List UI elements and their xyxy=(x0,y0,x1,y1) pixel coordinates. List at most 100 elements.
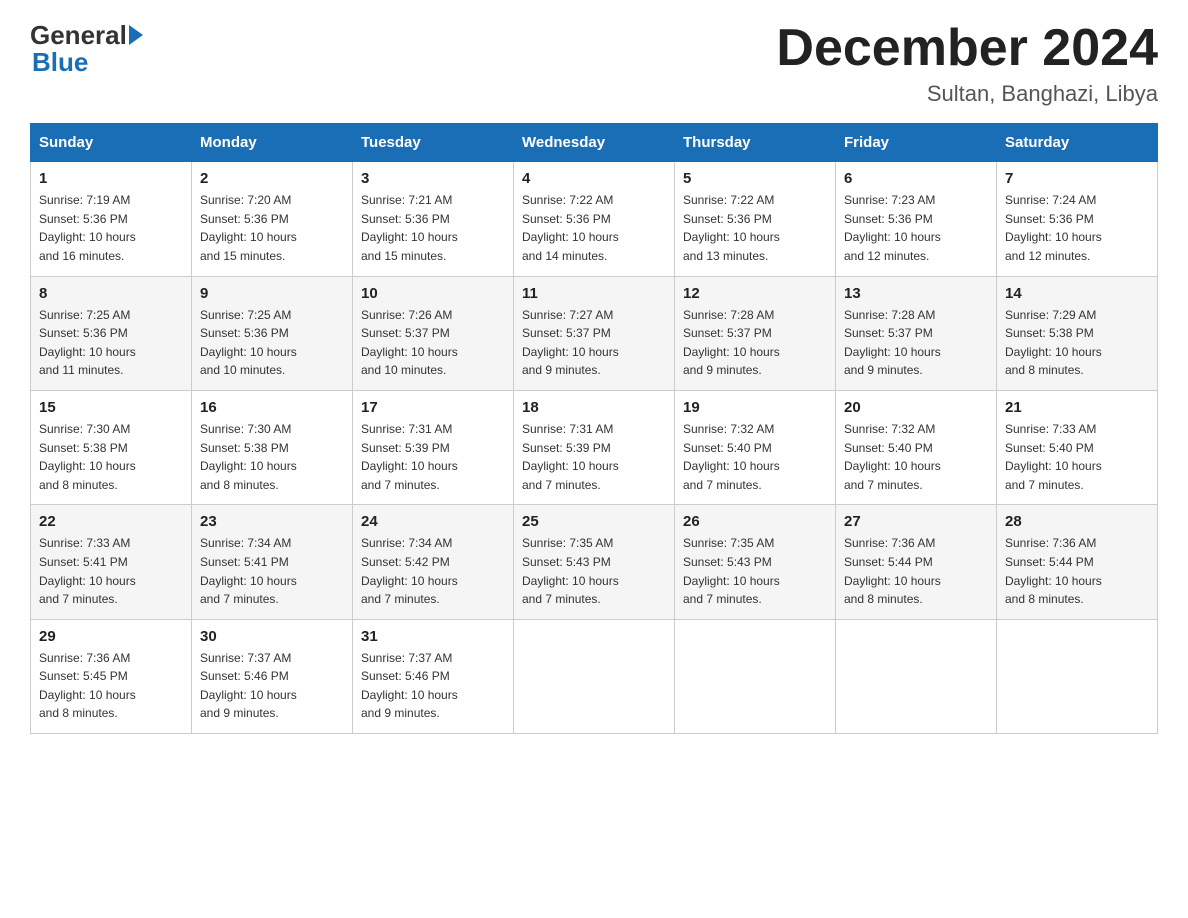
day-number: 24 xyxy=(361,513,505,530)
month-title: December 2024 xyxy=(776,20,1158,77)
day-number: 14 xyxy=(1005,285,1149,302)
day-info: Sunrise: 7:33 AMSunset: 5:40 PMDaylight:… xyxy=(1005,420,1149,494)
day-cell xyxy=(997,619,1158,733)
day-cell: 17Sunrise: 7:31 AMSunset: 5:39 PMDayligh… xyxy=(353,390,514,504)
day-info: Sunrise: 7:28 AMSunset: 5:37 PMDaylight:… xyxy=(683,306,827,380)
week-row-3: 15 Sunrise: 7:30 AMSunset: 5:38 PMDayligh… xyxy=(31,390,1158,504)
day-number: 3 xyxy=(361,170,505,187)
day-cell: 30 Sunrise: 7:37 AMSunset: 5:46 PMDayligh… xyxy=(192,619,353,733)
day-cell: 5Sunrise: 7:22 AMSunset: 5:36 PMDaylight… xyxy=(675,162,836,276)
day-number: 22 xyxy=(39,513,183,530)
day-cell: 4Sunrise: 7:22 AMSunset: 5:36 PMDaylight… xyxy=(514,162,675,276)
day-cell: 6 Sunrise: 7:23 AMSunset: 5:36 PMDaylight… xyxy=(836,162,997,276)
logo-blue-text: Blue xyxy=(32,47,88,78)
day-cell: 24 Sunrise: 7:34 AMSunset: 5:42 PMDayligh… xyxy=(353,505,514,619)
day-number: 29 xyxy=(39,628,183,645)
day-number: 7 xyxy=(1005,170,1149,187)
week-row-5: 29 Sunrise: 7:36 AMSunset: 5:45 PMDayligh… xyxy=(31,619,1158,733)
day-cell: 29 Sunrise: 7:36 AMSunset: 5:45 PMDayligh… xyxy=(31,619,192,733)
day-number: 27 xyxy=(844,513,988,530)
day-cell: 23Sunrise: 7:34 AMSunset: 5:41 PMDayligh… xyxy=(192,505,353,619)
day-cell: 1 Sunrise: 7:19 AMSunset: 5:36 PMDaylight… xyxy=(31,162,192,276)
day-number: 1 xyxy=(39,170,183,187)
week-row-1: 1 Sunrise: 7:19 AMSunset: 5:36 PMDaylight… xyxy=(31,162,1158,276)
day-info: Sunrise: 7:24 AMSunset: 5:36 PMDaylight:… xyxy=(1005,191,1149,265)
calendar-table: SundayMondayTuesdayWednesdayThursdayFrid… xyxy=(30,123,1158,734)
logo-triangle-icon xyxy=(129,25,143,45)
header-friday: Friday xyxy=(836,124,997,162)
day-number: 30 xyxy=(200,628,344,645)
day-cell: 3 Sunrise: 7:21 AMSunset: 5:36 PMDaylight… xyxy=(353,162,514,276)
header-monday: Monday xyxy=(192,124,353,162)
day-info: Sunrise: 7:21 AMSunset: 5:36 PMDaylight:… xyxy=(361,191,505,265)
day-number: 10 xyxy=(361,285,505,302)
day-cell: 31Sunrise: 7:37 AMSunset: 5:46 PMDayligh… xyxy=(353,619,514,733)
day-info: Sunrise: 7:30 AMSunset: 5:38 PMDaylight:… xyxy=(200,420,344,494)
day-info: Sunrise: 7:32 AMSunset: 5:40 PMDaylight:… xyxy=(844,420,988,494)
day-cell: 2 Sunrise: 7:20 AMSunset: 5:36 PMDaylight… xyxy=(192,162,353,276)
day-cell: 26 Sunrise: 7:35 AMSunset: 5:43 PMDayligh… xyxy=(675,505,836,619)
day-number: 9 xyxy=(200,285,344,302)
day-number: 19 xyxy=(683,399,827,416)
day-cell: 9Sunrise: 7:25 AMSunset: 5:36 PMDaylight… xyxy=(192,276,353,390)
day-number: 28 xyxy=(1005,513,1149,530)
day-cell: 22 Sunrise: 7:33 AMSunset: 5:41 PMDayligh… xyxy=(31,505,192,619)
day-info: Sunrise: 7:34 AMSunset: 5:41 PMDaylight:… xyxy=(200,534,344,608)
day-cell xyxy=(514,619,675,733)
day-number: 5 xyxy=(683,170,827,187)
day-number: 26 xyxy=(683,513,827,530)
day-cell xyxy=(675,619,836,733)
day-info: Sunrise: 7:34 AMSunset: 5:42 PMDaylight:… xyxy=(361,534,505,608)
day-number: 18 xyxy=(522,399,666,416)
header-sunday: Sunday xyxy=(31,124,192,162)
day-info: Sunrise: 7:33 AMSunset: 5:41 PMDaylight:… xyxy=(39,534,183,608)
day-info: Sunrise: 7:31 AMSunset: 5:39 PMDaylight:… xyxy=(361,420,505,494)
day-info: Sunrise: 7:32 AMSunset: 5:40 PMDaylight:… xyxy=(683,420,827,494)
day-number: 4 xyxy=(522,170,666,187)
day-info: Sunrise: 7:28 AMSunset: 5:37 PMDaylight:… xyxy=(844,306,988,380)
day-number: 16 xyxy=(200,399,344,416)
day-number: 25 xyxy=(522,513,666,530)
day-number: 20 xyxy=(844,399,988,416)
day-number: 8 xyxy=(39,285,183,302)
day-cell: 19 Sunrise: 7:32 AMSunset: 5:40 PMDayligh… xyxy=(675,390,836,504)
week-row-2: 8 Sunrise: 7:25 AMSunset: 5:36 PMDaylight… xyxy=(31,276,1158,390)
day-cell: 27 Sunrise: 7:36 AMSunset: 5:44 PMDayligh… xyxy=(836,505,997,619)
day-cell: 16 Sunrise: 7:30 AMSunset: 5:38 PMDayligh… xyxy=(192,390,353,504)
day-info: Sunrise: 7:26 AMSunset: 5:37 PMDaylight:… xyxy=(361,306,505,380)
day-cell: 25Sunrise: 7:35 AMSunset: 5:43 PMDayligh… xyxy=(514,505,675,619)
day-info: Sunrise: 7:30 AMSunset: 5:38 PMDaylight:… xyxy=(39,420,183,494)
day-number: 6 xyxy=(844,170,988,187)
day-number: 11 xyxy=(522,285,666,302)
title-block: December 2024 Sultan, Banghazi, Libya xyxy=(776,20,1158,107)
day-info: Sunrise: 7:35 AMSunset: 5:43 PMDaylight:… xyxy=(683,534,827,608)
day-info: Sunrise: 7:19 AMSunset: 5:36 PMDaylight:… xyxy=(39,191,183,265)
day-cell: 8 Sunrise: 7:25 AMSunset: 5:36 PMDaylight… xyxy=(31,276,192,390)
header-tuesday: Tuesday xyxy=(353,124,514,162)
day-number: 13 xyxy=(844,285,988,302)
day-info: Sunrise: 7:25 AMSunset: 5:36 PMDaylight:… xyxy=(39,306,183,380)
day-number: 21 xyxy=(1005,399,1149,416)
day-cell: 21 Sunrise: 7:33 AMSunset: 5:40 PMDayligh… xyxy=(997,390,1158,504)
header-wednesday: Wednesday xyxy=(514,124,675,162)
day-info: Sunrise: 7:29 AMSunset: 5:38 PMDaylight:… xyxy=(1005,306,1149,380)
day-info: Sunrise: 7:20 AMSunset: 5:36 PMDaylight:… xyxy=(200,191,344,265)
day-info: Sunrise: 7:23 AMSunset: 5:36 PMDaylight:… xyxy=(844,191,988,265)
day-info: Sunrise: 7:37 AMSunset: 5:46 PMDaylight:… xyxy=(200,649,344,723)
day-info: Sunrise: 7:31 AMSunset: 5:39 PMDaylight:… xyxy=(522,420,666,494)
day-cell: 11 Sunrise: 7:27 AMSunset: 5:37 PMDayligh… xyxy=(514,276,675,390)
day-info: Sunrise: 7:36 AMSunset: 5:45 PMDaylight:… xyxy=(39,649,183,723)
day-info: Sunrise: 7:27 AMSunset: 5:37 PMDaylight:… xyxy=(522,306,666,380)
day-cell: 15 Sunrise: 7:30 AMSunset: 5:38 PMDayligh… xyxy=(31,390,192,504)
day-number: 15 xyxy=(39,399,183,416)
header-thursday: Thursday xyxy=(675,124,836,162)
day-cell: 12Sunrise: 7:28 AMSunset: 5:37 PMDayligh… xyxy=(675,276,836,390)
day-info: Sunrise: 7:36 AMSunset: 5:44 PMDaylight:… xyxy=(1005,534,1149,608)
day-cell: 18 Sunrise: 7:31 AMSunset: 5:39 PMDayligh… xyxy=(514,390,675,504)
location-subtitle: Sultan, Banghazi, Libya xyxy=(776,81,1158,107)
day-cell: 14 Sunrise: 7:29 AMSunset: 5:38 PMDayligh… xyxy=(997,276,1158,390)
day-info: Sunrise: 7:37 AMSunset: 5:46 PMDaylight:… xyxy=(361,649,505,723)
page-header: General Blue December 2024 Sultan, Bangh… xyxy=(30,20,1158,107)
day-number: 2 xyxy=(200,170,344,187)
day-info: Sunrise: 7:36 AMSunset: 5:44 PMDaylight:… xyxy=(844,534,988,608)
